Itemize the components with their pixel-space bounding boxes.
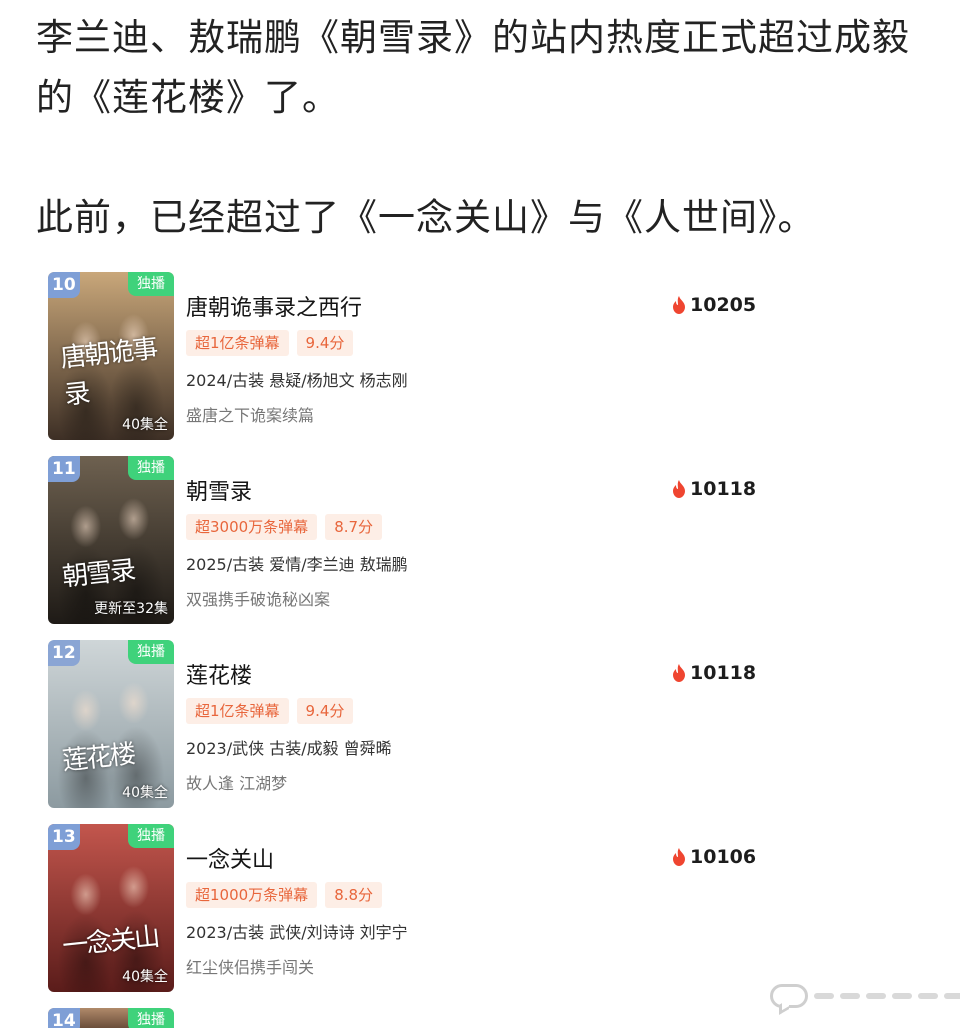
poster-image[interactable]: 朝雪录 11 独播 更新至32集 [48,456,174,624]
danmaku-tag: 超3000万条弹幕 [186,514,318,540]
heat-score: 10205 [672,294,756,316]
drama-description: 双强携手破诡秘凶案 [186,590,331,609]
poster-image[interactable]: 唐朝诡事录 10 独播 40集全 [48,272,174,440]
watermark-bar [866,993,886,999]
rank-badge: 10 [48,272,80,298]
poster-image[interactable]: 14 独播 [48,1008,174,1028]
watermark-bar [944,993,960,999]
poster-logo: 朝雪录 [60,555,136,593]
drama-card-partial[interactable]: 14 独播 [48,1008,648,1028]
flame-icon [673,480,685,498]
drama-card[interactable]: 唐朝诡事录 10 独播 40集全 唐朝诡事录之西行 超1亿条弹幕 9.4分 20… [48,272,756,440]
flame-icon [673,296,685,314]
flame-icon [673,848,685,866]
drama-description: 故人逢 江湖梦 [186,774,288,793]
tag-row: 超1亿条弹幕 9.4分 [186,330,354,356]
chat-bubble-icon [770,984,808,1008]
tag-row: 超1亿条弹幕 9.4分 [186,698,354,724]
drama-card[interactable]: 一念关山 13 独播 40集全 一念关山 超1000万条弹幕 8.8分 2023… [48,824,756,992]
rank-badge: 14 [48,1008,80,1028]
drama-description: 红尘侠侣携手闯关 [186,958,315,977]
poster-logo: 莲花楼 [60,739,136,777]
drama-meta: 2023/武侠 古装/成毅 曾舜晞 [186,739,392,758]
drama-title[interactable]: 朝雪录 [186,474,252,506]
danmaku-tag: 超1000万条弹幕 [186,882,318,908]
heat-value: 10205 [690,294,757,316]
flame-icon [673,664,685,682]
exclusive-badge: 独播 [128,456,174,480]
drama-title[interactable]: 一念关山 [186,842,274,874]
heat-value: 10118 [690,478,757,500]
heat-value: 10106 [690,846,757,868]
exclusive-badge: 独播 [128,640,174,664]
heat-score: 10106 [672,846,756,868]
post-text: 李兰迪、敖瑞鹏《朝雪录》的站内热度正式超过成毅 的《莲花楼》了。 此前，已经超过… [36,8,936,248]
watermark-bar [840,993,860,999]
score-tag: 9.4分 [296,330,354,356]
exclusive-badge: 独播 [128,824,174,848]
danmaku-tag: 超1亿条弹幕 [186,698,289,724]
heat-score: 10118 [672,662,756,684]
rank-badge: 11 [48,456,80,482]
poster-image[interactable]: 一念关山 13 独播 40集全 [48,824,174,992]
score-tag: 8.8分 [325,882,383,908]
post-line-2: 的《莲花楼》了。 [36,76,340,119]
watermark-bar [814,993,834,999]
score-tag: 8.7分 [325,514,383,540]
drama-ranking-list: 唐朝诡事录 10 独播 40集全 唐朝诡事录之西行 超1亿条弹幕 9.4分 20… [48,272,756,1028]
drama-card[interactable]: 莲花楼 12 独播 40集全 莲花楼 超1亿条弹幕 9.4分 2023/武侠 古… [48,640,756,808]
drama-card[interactable]: 朝雪录 11 独播 更新至32集 朝雪录 超3000万条弹幕 8.7分 2025… [48,456,756,624]
rank-badge: 12 [48,640,80,666]
heat-value: 10118 [690,662,757,684]
danmaku-tag: 超1亿条弹幕 [186,330,289,356]
heat-score: 10118 [672,478,756,500]
drama-meta: 2024/古装 悬疑/杨旭文 杨志刚 [186,371,408,390]
watermark-bar [918,993,938,999]
episode-count: 更新至32集 [94,601,168,617]
drama-meta: 2025/古装 爱情/李兰迪 敖瑞鹏 [186,555,408,574]
post-line-3: 此前，已经超过了《一念关山》与《人世间》。 [36,196,816,239]
poster-logo: 唐朝诡事录 [59,333,158,411]
watermark-logo [770,984,960,1008]
drama-meta: 2023/古装 武侠/刘诗诗 刘宇宁 [186,923,408,942]
drama-title[interactable]: 唐朝诡事录之西行 [186,290,362,322]
episode-count: 40集全 [122,785,168,801]
watermark-bar [892,993,912,999]
exclusive-badge: 独播 [128,272,174,296]
post-line-1: 李兰迪、敖瑞鹏《朝雪录》的站内热度正式超过成毅 [36,16,910,59]
episode-count: 40集全 [122,969,168,985]
tag-row: 超3000万条弹幕 8.7分 [186,514,383,540]
exclusive-badge: 独播 [128,1008,174,1028]
poster-image[interactable]: 莲花楼 12 独播 40集全 [48,640,174,808]
drama-description: 盛唐之下诡案续篇 [186,406,315,425]
episode-count: 40集全 [122,417,168,433]
drama-title[interactable]: 莲花楼 [186,658,252,690]
tag-row: 超1000万条弹幕 8.8分 [186,882,383,908]
rank-badge: 13 [48,824,80,850]
score-tag: 9.4分 [296,698,354,724]
